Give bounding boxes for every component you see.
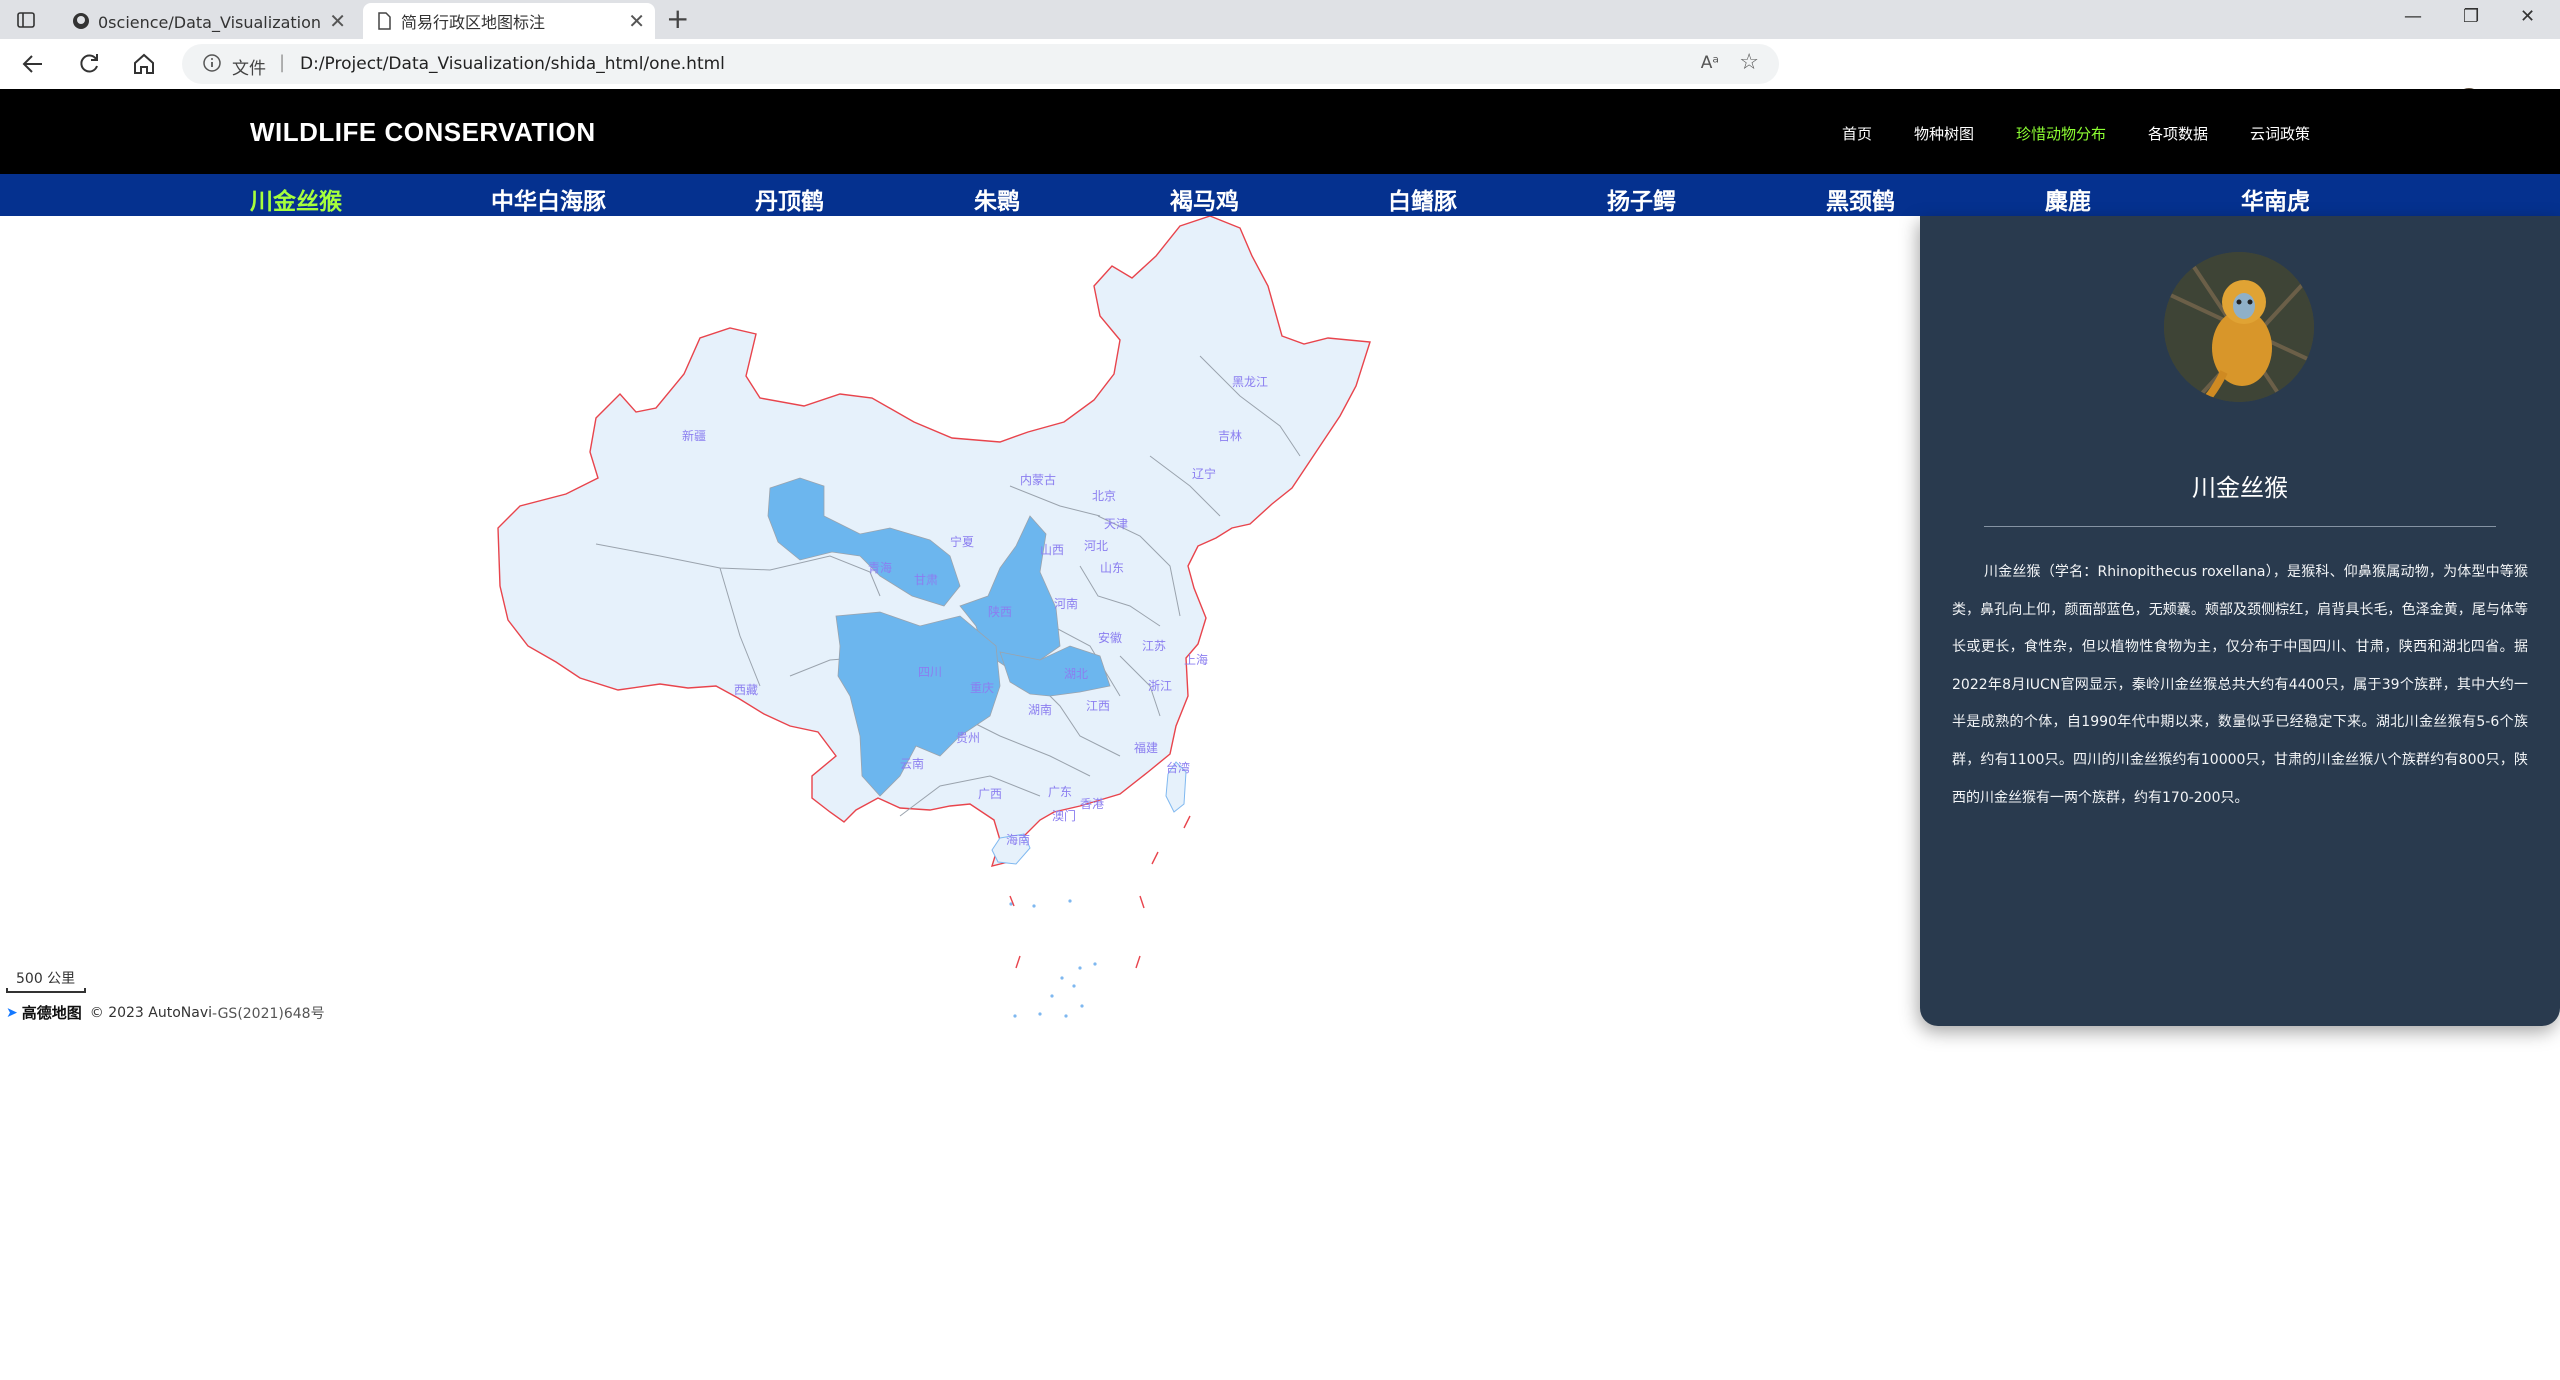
tab-label: 简易行政区地图标注 — [401, 13, 546, 32]
province-label: 吉林 — [1218, 429, 1242, 443]
refresh-icon[interactable] — [76, 51, 102, 77]
species-title: 川金丝猴 — [2192, 474, 2288, 502]
address-bar[interactable]: 文件 | D:/Project/Data_Visualization/shida… — [182, 44, 1779, 84]
amap-logo-icon[interactable]: ➤ — [6, 1005, 18, 1021]
species-photo — [2164, 252, 2314, 402]
species-tab-baiji[interactable]: 白鳍豚 — [1388, 182, 1457, 216]
species-description: 川金丝猴（学名：Rhinopithecus roxellana），是猴科、仰鼻猴… — [1952, 564, 2528, 806]
species-tab-south-china-tiger[interactable]: 华南虎 — [2241, 182, 2310, 216]
province-label: 澳门 — [1052, 808, 1076, 823]
province-label: 内蒙古 — [1020, 472, 1056, 487]
close-tab-icon[interactable]: ✕ — [329, 9, 346, 33]
species-tab-white-dolphin[interactable]: 中华白海豚 — [491, 182, 606, 216]
province-label: 浙江 — [1148, 679, 1172, 693]
province-label: 台湾 — [1166, 760, 1190, 775]
map-copyright: © 2023 AutoNavi — [89, 1004, 213, 1021]
province-label: 广西 — [978, 787, 1002, 801]
tab-map-page[interactable]: 简易行政区地图标注 ✕ — [363, 3, 655, 39]
github-icon — [73, 13, 89, 29]
province-label: 宁夏 — [950, 534, 974, 549]
species-nav-bar: 川金丝猴 中华白海豚 丹顶鹤 朱鹮 褐马鸡 白鳍豚 扬子鳄 黑颈鹤 麋鹿 华南虎 — [0, 174, 2560, 216]
province-label: 贵州 — [956, 731, 980, 745]
province-label: 青海 — [868, 560, 892, 575]
province-label: 天津 — [1104, 517, 1128, 531]
province-label: 甘肃 — [914, 573, 938, 587]
province-label: 湖南 — [1028, 702, 1052, 717]
province-label: 湖北 — [1064, 666, 1088, 681]
url-text[interactable]: D:/Project/Data_Visualization/shida_html… — [300, 54, 725, 74]
province-label: 辽宁 — [1192, 466, 1216, 481]
province-label: 山东 — [1100, 561, 1124, 575]
province-label: 江苏 — [1142, 639, 1166, 653]
site-header: WILDLIFE CONSERVATION 首页 物种树图 珍惜动物分布 各项数… — [0, 89, 2560, 174]
address-toolbar: 文件 | D:/Project/Data_Visualization/shida… — [0, 39, 2560, 116]
golden-monkey-image — [2164, 252, 2314, 402]
map-container[interactable]: 新疆西藏 青海甘肃 宁夏 内蒙古 黑龙江吉林辽宁北京天津河北 山西山东河南陕西四川重庆 湖北… — [0, 216, 1920, 1026]
province-label: 海南 — [1006, 832, 1030, 847]
nav-species-tree[interactable]: 物种树图 — [1914, 123, 1974, 144]
province-label: 重庆 — [970, 681, 994, 695]
china-province-map[interactable]: 新疆西藏 青海甘肃 宁夏 内蒙古 黑龙江吉林辽宁北京天津河北 山西山东河南陕西四川重庆 湖北… — [0, 216, 1920, 1026]
nine-dash-line — [1009, 815, 1191, 969]
close-tab-icon[interactable]: ✕ — [628, 9, 645, 33]
read-aloud-icon[interactable]: Aᵃ — [1701, 53, 1719, 73]
close-window-icon[interactable]: ✕ — [2520, 6, 2535, 27]
title-divider — [1984, 526, 2496, 527]
back-icon[interactable] — [20, 51, 46, 77]
province-label: 陕西 — [988, 604, 1012, 619]
species-info-panel: 川金丝猴 川金丝猴（学名：Rhinopithecus roxellana），是猴… — [1920, 216, 2560, 1026]
new-tab-button[interactable]: + — [666, 4, 689, 34]
province-label: 河北 — [1084, 539, 1108, 553]
page-icon — [378, 12, 391, 30]
province-label: 黑龙江 — [1232, 375, 1268, 389]
province-label: 山西 — [1040, 543, 1064, 557]
province-label: 安徽 — [1098, 630, 1122, 645]
map-scale-label: 500 公里 — [16, 971, 76, 987]
species-tab-brown-eared-pheasant[interactable]: 褐马鸡 — [1170, 182, 1239, 216]
nav-home[interactable]: 首页 — [1842, 123, 1872, 144]
china-outline — [497, 216, 1371, 867]
province-label: 广东 — [1048, 785, 1072, 799]
province-label: 四川 — [918, 665, 942, 679]
nav-word-cloud-policy[interactable]: 云词政策 — [2250, 123, 2310, 144]
province-label: 云南 — [900, 756, 924, 771]
map-attribution: ➤ 高德地图 © 2023 AutoNavi -GS(2021)648号 — [6, 1002, 325, 1023]
map-scale-bar — [6, 988, 86, 993]
restore-icon[interactable]: ❐ — [2463, 6, 2479, 27]
tab-github[interactable]: 0science/Data_Visualization: 这是 ✕ — [60, 3, 356, 39]
species-tab-pere-davids-deer[interactable]: 麋鹿 — [2045, 182, 2091, 216]
province-label: 新疆 — [682, 428, 706, 443]
address-separator: | — [279, 52, 286, 73]
province-label: 北京 — [1092, 489, 1116, 503]
map-license[interactable]: -GS(2021)648号 — [212, 1003, 325, 1023]
favorite-star-icon[interactable]: ☆ — [1739, 50, 1759, 75]
province-label: 江西 — [1086, 699, 1110, 713]
species-tab-golden-monkey[interactable]: 川金丝猴 — [250, 182, 342, 216]
nav-data[interactable]: 各项数据 — [2148, 123, 2208, 144]
south-china-sea-islands — [1009, 899, 1097, 1018]
species-tab-red-crowned-crane[interactable]: 丹顶鹤 — [755, 182, 824, 216]
tab-label: 0science/Data_Visualization: 这是 — [98, 13, 322, 32]
province-label: 西藏 — [734, 683, 758, 697]
site-brand[interactable]: WILDLIFE CONSERVATION — [250, 117, 596, 148]
info-icon[interactable] — [202, 53, 222, 73]
species-tab-black-necked-crane[interactable]: 黑颈鹤 — [1826, 182, 1895, 216]
nav-rare-animal-distribution[interactable]: 珍惜动物分布 — [2016, 123, 2106, 144]
province-label: 上海 — [1184, 652, 1208, 667]
province-label: 河南 — [1054, 596, 1078, 611]
species-tab-crested-ibis[interactable]: 朱鹮 — [974, 182, 1020, 216]
province-label: 福建 — [1134, 740, 1158, 755]
province-label: 香港 — [1080, 797, 1104, 811]
scheme-label: 文件 — [232, 59, 266, 79]
browser-tab-bar: 0science/Data_Visualization: 这是 ✕ 简易行政区地… — [0, 0, 2560, 39]
tab-actions-icon[interactable] — [16, 10, 36, 30]
species-tab-chinese-alligator[interactable]: 扬子鳄 — [1607, 182, 1676, 216]
amap-logo-text[interactable]: 高德地图 — [22, 1002, 82, 1023]
minimize-icon[interactable]: — — [2404, 6, 2422, 27]
home-icon[interactable] — [131, 51, 157, 77]
